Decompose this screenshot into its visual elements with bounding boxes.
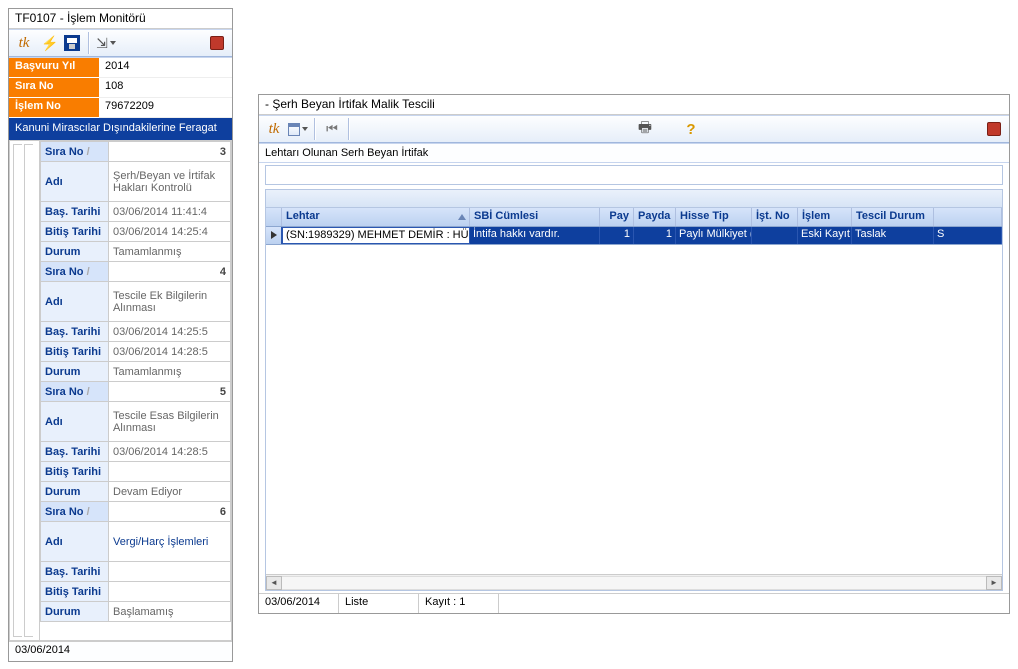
sira-no-label: Sıra No [9, 78, 99, 98]
calendar-button[interactable] [287, 118, 309, 140]
app-icon[interactable]: tk [13, 32, 35, 54]
table-row: DurumDevam Ediyor [41, 482, 231, 502]
status-count: Kayıt : 1 [419, 594, 499, 613]
table-row: Baş. Tarihi03/06/2014 14:25:5 [41, 322, 231, 342]
case-header: Kanuni Mirascılar Dışındakilerine Feraga… [9, 118, 232, 140]
col-pay[interactable]: Pay [600, 208, 634, 226]
table-row: Bitiş Tarihi03/06/2014 14:25:4 [41, 222, 231, 242]
col-istno[interactable]: İşt. No [752, 208, 798, 226]
grid-group-band [266, 190, 1002, 208]
process-monitor-window: TF0107 - İşlem Monitörü tk ⚡ ⇲ Başvuru Y… [8, 8, 233, 662]
alert-indicator[interactable] [983, 118, 1005, 140]
filter-input[interactable] [265, 165, 1003, 185]
scroll-track[interactable] [282, 576, 986, 590]
left-toolbar: tk ⚡ ⇲ [9, 29, 232, 57]
print-button[interactable]: 🖶 [634, 118, 656, 140]
table-row: AdıŞerh/Beyan ve İrtifak Hakları Kontrol… [41, 162, 231, 202]
records-scroll[interactable]: Sıra No /3 AdıŞerh/Beyan ve İrtifak Hakl… [39, 140, 232, 641]
table-row: Bitiş Tarihi03/06/2014 14:28:5 [41, 342, 231, 362]
key-fields: Başvuru Yıl 2014 Sıra No 108 İşlem No 79… [9, 57, 232, 118]
col-tescil[interactable]: Tescil Durum [852, 208, 934, 226]
table-row: Bitiş Tarihi [41, 462, 231, 482]
scroll-left-icon[interactable]: ◄ [266, 576, 282, 590]
table-row: DurumTamamlanmış [41, 242, 231, 262]
col-hisse[interactable]: Hisse Tip [676, 208, 752, 226]
table-row: AdıTescile Ek Bilgilerin Alınması [41, 282, 231, 322]
cell-lehtar[interactable]: (SN:1989329) MEHMET DEMİR : HÜS [282, 227, 470, 244]
cell-tescil: Taslak [852, 227, 934, 244]
right-status-bar: 03/06/2014 Liste Kayıt : 1 [259, 593, 1009, 613]
table-row: Baş. Tarihi03/06/2014 11:41:4 [41, 202, 231, 222]
table-row: DurumTamamlanmış [41, 362, 231, 382]
islem-no-value: 79672209 [99, 98, 232, 118]
basvuru-yil-label: Başvuru Yıl [9, 58, 99, 78]
col-sbi[interactable]: SBİ Cümlesi [470, 208, 600, 226]
status-date: 03/06/2014 [259, 594, 339, 613]
table-row: Baş. Tarihi [41, 562, 231, 582]
table-row: Baş. Tarihi03/06/2014 14:28:5 [41, 442, 231, 462]
table-row: Sıra No /5 [41, 382, 231, 402]
cell-islem: Eski Kayıt [798, 227, 852, 244]
table-row: Sıra No /4 [41, 262, 231, 282]
status-mode: Liste [339, 594, 419, 613]
save-button[interactable] [61, 32, 83, 54]
cell-sbi: İntifa hakkı vardır. [470, 227, 600, 244]
cell-istno [752, 227, 798, 244]
nav-first-button[interactable]: ⏮ [321, 118, 343, 140]
grid-data-row[interactable]: (SN:1989329) MEHMET DEMİR : HÜS İntifa h… [266, 227, 1002, 245]
cell-pay: 1 [600, 227, 634, 244]
refresh-button[interactable]: ⚡ [37, 32, 59, 54]
help-button[interactable]: ? [680, 118, 702, 140]
col-payda[interactable]: Payda [634, 208, 676, 226]
table-row: Sıra No /6 [41, 502, 231, 522]
basvuru-yil-value: 2014 [99, 58, 232, 78]
tree-gutter [9, 140, 39, 641]
col-islem[interactable]: İşlem [798, 208, 852, 226]
table-row: Sıra No /3 [41, 142, 231, 162]
sira-no-value: 108 [99, 78, 232, 98]
left-status-bar: 03/06/2014 [9, 641, 232, 661]
grid-header-row: Lehtar SBİ Cümlesi Pay Payda Hisse Tip İ… [266, 208, 1002, 227]
col-lehtar[interactable]: Lehtar [282, 208, 470, 226]
app-icon[interactable]: tk [263, 118, 285, 140]
alert-indicator[interactable] [206, 32, 228, 54]
table-row: AdıTescile Esas Bilgilerin Alınması [41, 402, 231, 442]
right-title-bar: - Şerh Beyan İrtifak Malik Tescili [259, 95, 1009, 115]
records-area: Sıra No /3 AdıŞerh/Beyan ve İrtifak Hakl… [9, 140, 232, 641]
data-grid[interactable]: Lehtar SBİ Cümlesi Pay Payda Hisse Tip İ… [265, 189, 1003, 591]
scroll-right-icon[interactable]: ► [986, 576, 1002, 590]
records-table: Sıra No /3 AdıŞerh/Beyan ve İrtifak Hakl… [40, 141, 231, 622]
row-indicator-header [266, 208, 282, 226]
subheader: Lehtarı Olunan Serh Beyan İrtifak [259, 143, 1009, 163]
left-title-bar: TF0107 - İşlem Monitörü [9, 9, 232, 29]
right-toolbar: tk ⏮ 🖶 ? [259, 115, 1009, 143]
cell-hisse: Paylı Mülkiyet (İ [676, 227, 752, 244]
cell-payda: 1 [634, 227, 676, 244]
table-row: Bitiş Tarihi [41, 582, 231, 602]
row-indicator-icon [266, 227, 282, 244]
status-fill [499, 594, 1009, 613]
registration-window: - Şerh Beyan İrtifak Malik Tescili tk ⏮ … [258, 94, 1010, 614]
col-extra[interactable] [934, 208, 1002, 226]
sort-asc-icon [458, 214, 466, 220]
grid-horizontal-scrollbar[interactable]: ◄ ► [266, 574, 1002, 590]
table-row: AdıVergi/Harç İşlemleri [41, 522, 231, 562]
tree-button[interactable]: ⇲ [95, 32, 117, 54]
cell-extra: S [934, 227, 1002, 244]
table-row: DurumBaşlamamış [41, 602, 231, 622]
islem-no-label: İşlem No [9, 98, 99, 118]
